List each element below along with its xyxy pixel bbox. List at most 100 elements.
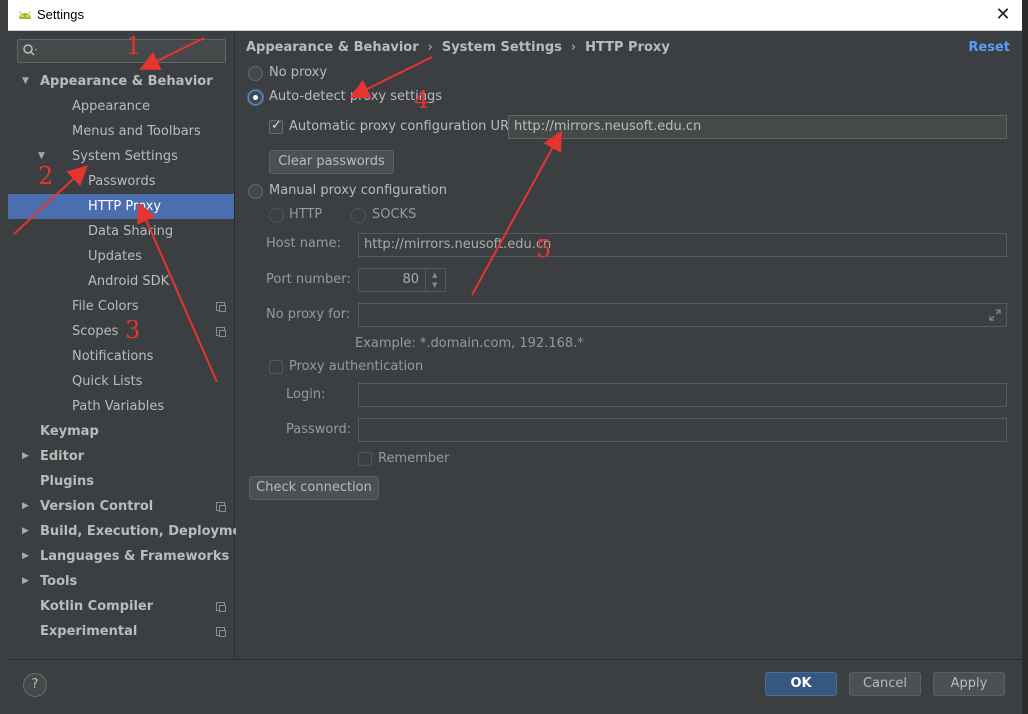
sidebar-item-http-proxy[interactable]: HTTP Proxy bbox=[8, 194, 234, 219]
collapsed-arrow-icon[interactable]: ▶ bbox=[22, 444, 29, 469]
search-input[interactable] bbox=[17, 39, 226, 63]
expanded-arrow-icon[interactable]: ▼ bbox=[22, 69, 29, 94]
auto-detect-radio[interactable] bbox=[248, 90, 263, 105]
search-icon bbox=[22, 42, 38, 62]
breadcrumb: Appearance & Behavior › System Settings › HT… bbox=[246, 40, 670, 55]
annotation-number: 2 bbox=[38, 162, 54, 190]
sidebar-item-label: Updates bbox=[88, 249, 142, 264]
sidebar-item-label: Editor bbox=[40, 449, 85, 464]
sidebar-item-label: Path Variables bbox=[72, 399, 165, 414]
password-input[interactable] bbox=[358, 418, 1007, 442]
manual-proxy-radio[interactable] bbox=[248, 184, 263, 199]
help-icon[interactable]: ? bbox=[23, 673, 47, 697]
sidebar-item-label: Appearance bbox=[72, 99, 151, 114]
http-proxy-panel: Appearance & Behavior › System Settings › HT… bbox=[236, 31, 1022, 659]
breadcrumb-item: HTTP Proxy bbox=[585, 40, 670, 55]
collapsed-arrow-icon[interactable]: ▶ bbox=[22, 544, 29, 569]
annotation-number: 3 bbox=[125, 316, 141, 344]
sidebar-item-file-colors[interactable]: File Colors bbox=[8, 294, 234, 319]
breadcrumb-item: Appearance & Behavior bbox=[246, 40, 419, 55]
project-scope-icon bbox=[216, 602, 226, 612]
close-icon[interactable]: ✕ bbox=[992, 4, 1014, 26]
sidebar-item-editor[interactable]: ▶ Editor bbox=[8, 444, 234, 469]
expand-icon[interactable] bbox=[988, 308, 1002, 322]
sidebar-item-appearance-behavior[interactable]: ▼ Appearance & Behavior bbox=[8, 69, 234, 94]
cancel-button[interactable]: Cancel bbox=[849, 672, 921, 696]
check-connection-button[interactable]: Check connection bbox=[249, 476, 379, 500]
login-label: Login: bbox=[286, 387, 326, 402]
auto-config-checkbox[interactable] bbox=[269, 118, 283, 134]
sidebar-item-data-sharing[interactable]: Data Sharing bbox=[8, 219, 234, 244]
project-scope-icon bbox=[216, 502, 226, 512]
collapsed-arrow-icon[interactable]: ▶ bbox=[22, 569, 29, 594]
auto-config-label: Automatic proxy configuration URL: bbox=[289, 119, 521, 134]
remember-label: Remember bbox=[378, 451, 450, 466]
project-scope-icon bbox=[216, 627, 226, 637]
spinner-down-icon[interactable]: ▼ bbox=[432, 281, 437, 289]
sidebar-item-label: Experimental bbox=[40, 624, 138, 639]
socks-radio[interactable] bbox=[351, 208, 366, 223]
example-hint: Example: *.domain.com, 192.168.* bbox=[355, 336, 584, 351]
port-spinner[interactable]: ▲ ▼ bbox=[425, 268, 445, 292]
sidebar-item-label: Appearance & Behavior bbox=[40, 74, 213, 89]
ide-background-strip bbox=[0, 0, 8, 714]
sidebar-item-label: Kotlin Compiler bbox=[40, 599, 154, 614]
remember-checkbox[interactable] bbox=[358, 452, 372, 466]
sidebar-item-label: Tools bbox=[40, 574, 78, 589]
sidebar-item-label: Quick Lists bbox=[72, 374, 143, 389]
no-proxy-for-input[interactable] bbox=[358, 303, 1007, 327]
sidebar-item-menus-and-toolbars[interactable]: Menus and Toolbars bbox=[8, 119, 234, 144]
sidebar-item-path-variables[interactable]: Path Variables bbox=[8, 394, 234, 419]
login-input[interactable] bbox=[358, 383, 1007, 407]
sidebar-item-kotlin-compiler[interactable]: Kotlin Compiler bbox=[8, 594, 234, 619]
sidebar-item-tools[interactable]: ▶ Tools bbox=[8, 569, 234, 594]
sidebar-item-languages-frameworks[interactable]: ▶ Languages & Frameworks bbox=[8, 544, 234, 569]
sidebar-item-keymap[interactable]: Keymap bbox=[8, 419, 234, 444]
sidebar-item-updates[interactable]: Updates bbox=[8, 244, 234, 269]
collapsed-arrow-icon[interactable]: ▶ bbox=[22, 494, 29, 519]
apply-button[interactable]: Apply bbox=[933, 672, 1005, 696]
sidebar-item-label: HTTP Proxy bbox=[88, 199, 162, 214]
sidebar-item-label: Passwords bbox=[88, 174, 156, 189]
sidebar-item-label: Scopes bbox=[72, 324, 119, 339]
host-name-input[interactable]: http://mirrors.neusoft.edu.cn bbox=[358, 233, 1007, 257]
http-radio[interactable] bbox=[269, 208, 284, 223]
sidebar-item-build-execution-deployment[interactable]: ▶ Build, Execution, Deployment bbox=[8, 519, 257, 544]
sidebar-item-label: Languages & Frameworks bbox=[40, 549, 230, 564]
proxy-auth-checkbox[interactable] bbox=[269, 360, 283, 374]
sidebar-item-label: Plugins bbox=[40, 474, 94, 489]
project-scope-icon bbox=[216, 302, 226, 312]
password-label: Password: bbox=[286, 422, 352, 437]
ide-background-right bbox=[1022, 0, 1028, 714]
sidebar-item-label: Version Control bbox=[40, 499, 154, 514]
sidebar-item-experimental[interactable]: Experimental bbox=[8, 619, 234, 644]
settings-sidebar: ▼ Appearance & Behavior Appearance Menus an… bbox=[8, 31, 257, 659]
sidebar-item-version-control[interactable]: ▶ Version Control bbox=[8, 494, 234, 519]
sidebar-item-quick-lists[interactable]: Quick Lists bbox=[8, 369, 234, 394]
proxy-auth-label: Proxy authentication bbox=[289, 359, 424, 374]
sidebar-item-plugins[interactable]: Plugins bbox=[8, 469, 234, 494]
sidebar-item-scopes[interactable]: Scopes bbox=[8, 319, 234, 344]
socks-label: SOCKS bbox=[372, 207, 417, 222]
sidebar-item-label: Menus and Toolbars bbox=[72, 124, 201, 139]
host-name-label: Host name: bbox=[266, 236, 341, 251]
sidebar-item-appearance[interactable]: Appearance bbox=[8, 94, 234, 119]
port-number-label: Port number: bbox=[266, 272, 351, 287]
window-title: Settings bbox=[37, 7, 84, 22]
annotation-number: 5 bbox=[536, 235, 552, 263]
spinner-up-icon[interactable]: ▲ bbox=[432, 271, 437, 279]
sidebar-item-android-sdk[interactable]: Android SDK bbox=[8, 269, 234, 294]
sidebar-item-label: System Settings bbox=[72, 149, 178, 164]
annotation-number: 1 bbox=[126, 32, 142, 60]
clear-passwords-button[interactable]: Clear passwords bbox=[269, 150, 394, 174]
annotation-number: 4 bbox=[414, 86, 430, 114]
sidebar-item-notifications[interactable]: Notifications bbox=[8, 344, 234, 369]
no-proxy-for-label: No proxy for: bbox=[266, 307, 351, 322]
ok-button[interactable]: OK bbox=[765, 672, 837, 696]
collapsed-arrow-icon[interactable]: ▶ bbox=[22, 519, 29, 544]
sidebar-item-label: Android SDK bbox=[88, 274, 170, 289]
reset-link[interactable]: Reset bbox=[968, 40, 1010, 55]
no-proxy-radio[interactable] bbox=[248, 66, 263, 81]
auto-config-url-input[interactable]: http://mirrors.neusoft.edu.cn bbox=[508, 115, 1007, 139]
breadcrumb-separator: › bbox=[427, 40, 433, 55]
